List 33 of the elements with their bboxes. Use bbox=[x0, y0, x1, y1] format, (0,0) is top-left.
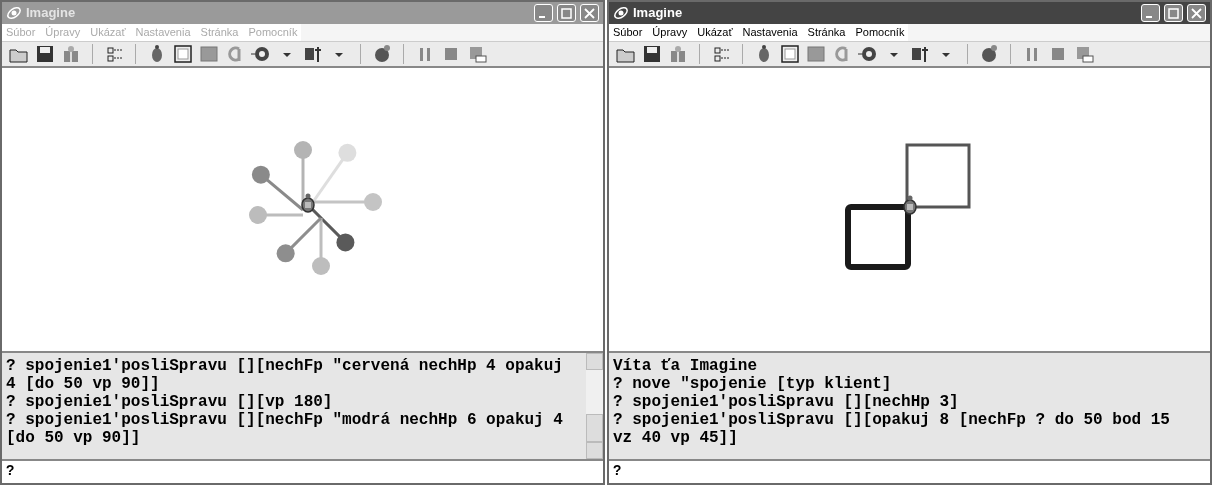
maximize-button[interactable] bbox=[1164, 4, 1183, 22]
close-icon bbox=[584, 7, 595, 19]
menu-item[interactable]: Súbor bbox=[613, 24, 643, 41]
app-logo-icon bbox=[613, 5, 629, 21]
close-button[interactable] bbox=[580, 4, 599, 22]
maximize-icon bbox=[561, 7, 572, 19]
window-title: Imagine bbox=[26, 4, 76, 23]
window-title: Imagine bbox=[633, 4, 683, 23]
scrollbar[interactable] bbox=[586, 353, 603, 459]
console-line: ? nove "spojenie [typ klient] bbox=[613, 375, 893, 393]
menu-item[interactable]: Nastavenia bbox=[742, 24, 798, 41]
menu-item[interactable]: Ukázať bbox=[697, 24, 733, 41]
minimize-button[interactable] bbox=[534, 4, 553, 22]
console-line: ? spojenie1'posliSpravu [][vp 180] bbox=[6, 393, 334, 411]
app-logo-icon bbox=[6, 5, 22, 21]
console-line: ? spojenie1'posliSpravu [][nechHp 3] bbox=[613, 393, 960, 411]
maximize-icon bbox=[1168, 7, 1179, 19]
command-input[interactable]: ? bbox=[2, 461, 603, 483]
minimize-button[interactable] bbox=[1141, 4, 1160, 22]
console-line: ? spojenie1'posliSpravu [][nechFp "modrá nechHp 6 opakuj 4 [do 50 vp 90]] bbox=[6, 411, 564, 447]
minimize-icon bbox=[538, 15, 545, 18]
minimize-icon bbox=[1145, 15, 1152, 18]
close-icon bbox=[1191, 7, 1202, 19]
command-input[interactable]: ? bbox=[609, 461, 1210, 483]
console-line: Víta ťa Imagine bbox=[613, 357, 759, 375]
console-line: ? spojenie1'posliSpravu [][opakuj 8 [nechFp ? do 50 bod 15 vz 40 vp 45]] bbox=[613, 411, 1171, 447]
maximize-button[interactable] bbox=[557, 4, 576, 22]
menu-item[interactable]: Pomocník bbox=[855, 24, 905, 41]
close-button[interactable] bbox=[1187, 4, 1206, 22]
menu-item[interactable]: Stránka bbox=[807, 24, 846, 41]
menu-item[interactable]: Úpravy bbox=[652, 24, 688, 41]
turtle-icon bbox=[902, 195, 917, 215]
console-line: ? spojenie1'posliSpravu [][nechFp "cervená nechHp 4 opakuj 4 [do 50 vp 90]] bbox=[6, 357, 564, 393]
